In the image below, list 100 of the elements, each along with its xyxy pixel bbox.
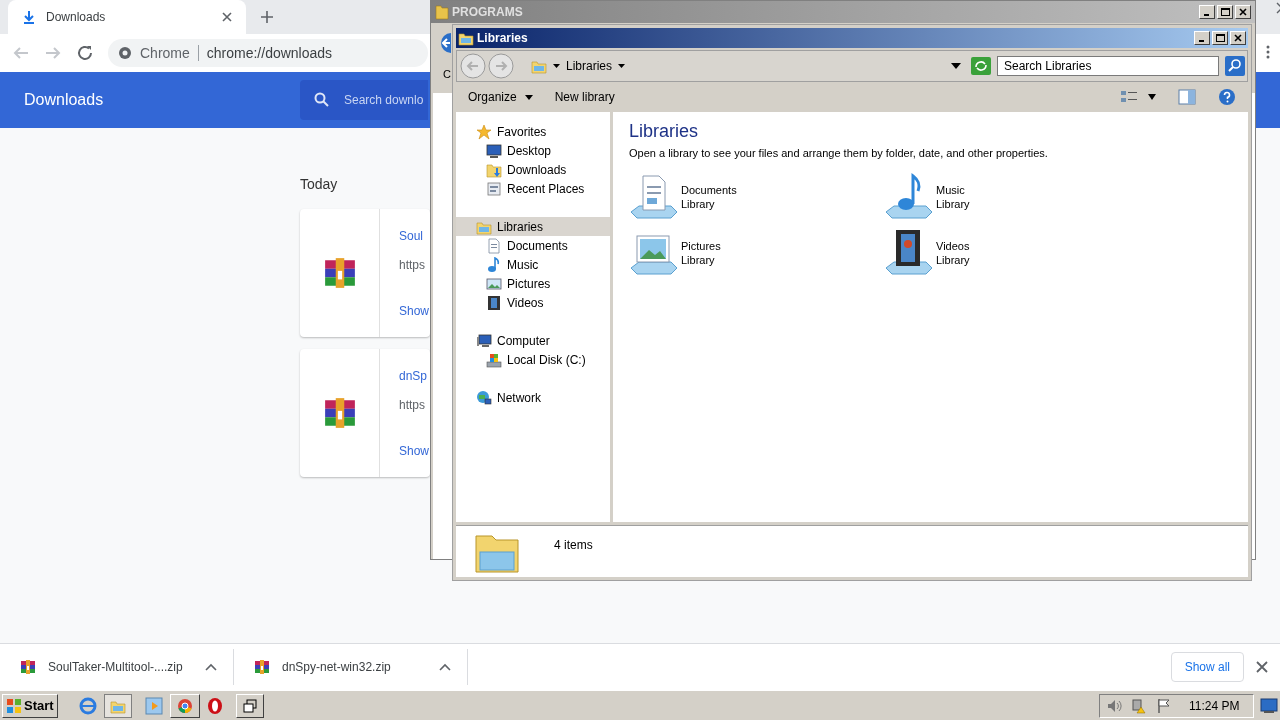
caret-icon[interactable]: [618, 64, 626, 68]
star-icon: [476, 123, 492, 140]
browser-e-icon[interactable]: [77, 695, 98, 716]
search-icon[interactable]: [1225, 56, 1245, 76]
download-icon: [22, 10, 36, 24]
show-desktop-icon[interactable]: [1260, 697, 1278, 714]
nav-item[interactable]: Pictures: [456, 274, 610, 293]
nav-item[interactable]: Videos: [456, 293, 610, 312]
nav-item[interactable]: Music: [456, 255, 610, 274]
video-library-icon: [884, 227, 934, 278]
search-field[interactable]: Search downlo: [300, 80, 428, 120]
file-name-link[interactable]: dnSp: [399, 367, 428, 385]
maximize-icon: [1220, 8, 1230, 16]
nav-item[interactable]: Favorites: [456, 122, 610, 141]
library-item[interactable]: Pictures Library: [629, 227, 884, 278]
caret-icon: [524, 94, 533, 100]
minimize-button[interactable]: [1194, 31, 1210, 45]
maximize-button[interactable]: [1212, 31, 1228, 45]
library-folder-icon: [458, 30, 474, 46]
help-icon[interactable]: [1218, 88, 1236, 106]
chevron-up-icon[interactable]: [205, 663, 217, 671]
window-title: Libraries: [477, 30, 529, 47]
library-item[interactable]: Documents Library: [629, 171, 884, 222]
close-icon: [1234, 34, 1242, 42]
maximize-button[interactable]: [1217, 5, 1233, 19]
window-title: PROGRAMS: [452, 4, 524, 21]
picture-icon: [486, 275, 502, 292]
nav-item[interactable]: Computer: [456, 331, 610, 350]
minimize-button[interactable]: [1199, 5, 1215, 19]
chrome-taskbar-button[interactable]: [169, 693, 200, 718]
library-item[interactable]: Videos Library: [884, 227, 1139, 278]
nav-item[interactable]: Libraries: [456, 217, 610, 236]
folder-icon: [435, 4, 449, 20]
library-folder-icon: [531, 58, 547, 74]
refresh-icon[interactable]: [971, 57, 991, 75]
clock: 11:24 PM: [1189, 697, 1240, 715]
search-field[interactable]: Search Libraries: [997, 56, 1219, 76]
recent-places-icon: [486, 180, 502, 197]
nav-item[interactable]: Recent Places: [456, 179, 610, 198]
chrome-logo-icon: [118, 46, 132, 60]
disk-drive-icon: [486, 351, 502, 368]
dropdown-icon[interactable]: [1148, 94, 1156, 100]
archive-icon: [322, 256, 357, 290]
nav-item[interactable]: Local Disk (C:): [456, 350, 610, 369]
archive-icon: [322, 396, 357, 430]
nav-item[interactable]: Network: [456, 388, 610, 407]
shelf-download-item[interactable]: SoulTaker-Multitool-....zip: [0, 649, 234, 685]
address-bar[interactable]: Chrome chrome://downloads: [108, 39, 428, 67]
file-name-link[interactable]: Soul: [399, 227, 424, 245]
film-icon: [486, 294, 502, 311]
toolbar-text: C: [443, 67, 451, 82]
shelf-download-item[interactable]: dnSpy-net-win32.zip: [234, 649, 468, 685]
address-bar[interactable]: Libraries: [531, 55, 965, 77]
chevron-up-icon[interactable]: [439, 663, 451, 671]
close-button[interactable]: [1235, 5, 1251, 19]
menu-icon[interactable]: [1266, 45, 1270, 59]
nav-item[interactable]: Downloads: [456, 160, 610, 179]
desktop-icon: [486, 142, 502, 159]
folder-download-icon: [486, 161, 502, 178]
library-item[interactable]: Music Library: [884, 171, 1139, 222]
search-icon: [314, 92, 330, 108]
nav-item[interactable]: Desktop: [456, 141, 610, 160]
music-note-icon: [486, 256, 502, 273]
close-button[interactable]: [1230, 31, 1246, 45]
browser-tab[interactable]: Downloads: [8, 0, 246, 34]
caret-icon[interactable]: [553, 64, 560, 68]
toolbar-button[interactable]: Organize: [468, 88, 533, 106]
content-heading: Libraries: [629, 120, 700, 143]
close-icon[interactable]: [1256, 661, 1268, 673]
start-button[interactable]: Start: [2, 693, 58, 718]
toolbar-button[interactable]: New library: [554, 88, 615, 106]
close-icon[interactable]: [222, 12, 232, 22]
show-in-folder-link[interactable]: Show: [399, 442, 430, 460]
reload-icon[interactable]: [76, 44, 94, 62]
document-icon: [486, 237, 502, 254]
windows-stack-icon: [242, 698, 257, 713]
show-in-folder-link[interactable]: Show: [399, 302, 430, 320]
computer-icon: [476, 332, 492, 349]
content-description: Open a library to see your files and arrange them by folder, date, and other properties.: [629, 146, 1049, 161]
chrome-logo-icon: [176, 697, 193, 714]
windows-logo-icon: [6, 697, 22, 714]
network-warning-icon[interactable]: [1131, 697, 1147, 714]
close-icon: [1239, 8, 1247, 16]
nav-item[interactable]: Documents: [456, 236, 610, 255]
section-heading: Today: [300, 175, 338, 194]
new-tab-icon[interactable]: [260, 10, 274, 24]
page-title: Downloads: [23, 90, 105, 110]
file-url: https: [399, 397, 425, 414]
view-options-icon[interactable]: [1120, 89, 1138, 105]
music-library-icon: [884, 171, 934, 222]
dropdown-icon[interactable]: [951, 63, 961, 69]
show-all-button[interactable]: Show all: [1170, 652, 1244, 682]
item-count: 4 items: [554, 537, 593, 554]
archive-icon: [254, 659, 270, 675]
explorer-taskbar-button[interactable]: [103, 693, 132, 718]
flag-icon[interactable]: [1156, 697, 1172, 714]
maximize-icon: [1215, 34, 1225, 42]
file-url: https: [399, 257, 425, 274]
opera-icon[interactable]: [205, 696, 224, 715]
show-windows-button[interactable]: [235, 693, 264, 718]
